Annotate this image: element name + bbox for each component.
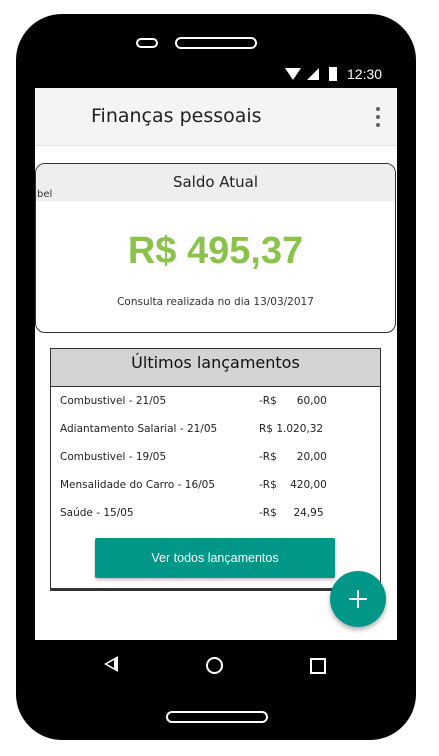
entry-description: Combustivel - 19/05 bbox=[60, 451, 167, 463]
overflow-menu-icon[interactable] bbox=[371, 106, 385, 128]
list-item[interactable]: Saúde - 15/05 -R$ 24,95 bbox=[60, 507, 370, 527]
recent-entries-panel: Últimos lançamentos Combustivel - 21/05 … bbox=[50, 348, 381, 589]
speaker-icon bbox=[175, 37, 257, 49]
signal-icon bbox=[307, 68, 319, 80]
status-bar: 12:30 bbox=[35, 62, 397, 88]
back-icon-inner bbox=[107, 660, 114, 668]
entry-amount: -R$ 420,00 bbox=[259, 479, 327, 491]
entry-description: Saúde - 15/05 bbox=[60, 507, 134, 519]
recents-icon[interactable] bbox=[310, 658, 326, 674]
entry-amount: -R$ 24,95 bbox=[259, 507, 324, 519]
add-entry-button[interactable] bbox=[330, 571, 386, 627]
balance-card-title: Saldo Atual bbox=[36, 164, 395, 201]
home-icon[interactable] bbox=[206, 657, 223, 674]
balance-value: R$ 495,37 bbox=[127, 230, 304, 272]
status-time: 12:30 bbox=[347, 66, 383, 82]
camera-icon bbox=[136, 38, 158, 48]
app-title: Finanças pessoais bbox=[91, 105, 262, 127]
wifi-icon bbox=[285, 68, 301, 80]
list-item[interactable]: Combustivel - 21/05 -R$ 60,00 bbox=[60, 395, 370, 415]
entry-description: Combustivel - 21/05 bbox=[60, 395, 167, 407]
entry-amount: R$ 1.020,32 bbox=[259, 423, 324, 435]
list-item[interactable]: Adiantamento Salarial - 21/05 R$ 1.020,3… bbox=[60, 423, 370, 443]
see-all-entries-button[interactable]: Ver todos lançamentos bbox=[95, 538, 335, 578]
balance-card: Saldo Atual R$ 495,37 Consulta realizada… bbox=[35, 163, 396, 333]
bottom-speaker-icon bbox=[166, 711, 268, 723]
list-item[interactable]: Mensalidade do Carro - 16/05 -R$ 420,00 bbox=[60, 479, 370, 499]
plus-icon bbox=[349, 598, 367, 600]
app-bar: Finanças pessoais bbox=[35, 88, 397, 146]
entry-amount: -R$ 60,00 bbox=[259, 395, 327, 407]
app-screen: Finanças pessoais Saldo Atual R$ 495,37 … bbox=[35, 88, 397, 640]
entry-description: Mensalidade do Carro - 16/05 bbox=[60, 479, 216, 491]
entry-description: Adiantamento Salarial - 21/05 bbox=[60, 423, 218, 435]
list-item[interactable]: Combustivel - 19/05 -R$ 20,00 bbox=[60, 451, 370, 471]
stray-label: bel bbox=[37, 189, 53, 200]
balance-caption: Consulta realizada no dia 13/03/2017 bbox=[117, 296, 314, 308]
recent-entries-title: Últimos lançamentos bbox=[51, 349, 380, 387]
entry-amount: -R$ 20,00 bbox=[259, 451, 327, 463]
battery-icon bbox=[329, 67, 337, 81]
